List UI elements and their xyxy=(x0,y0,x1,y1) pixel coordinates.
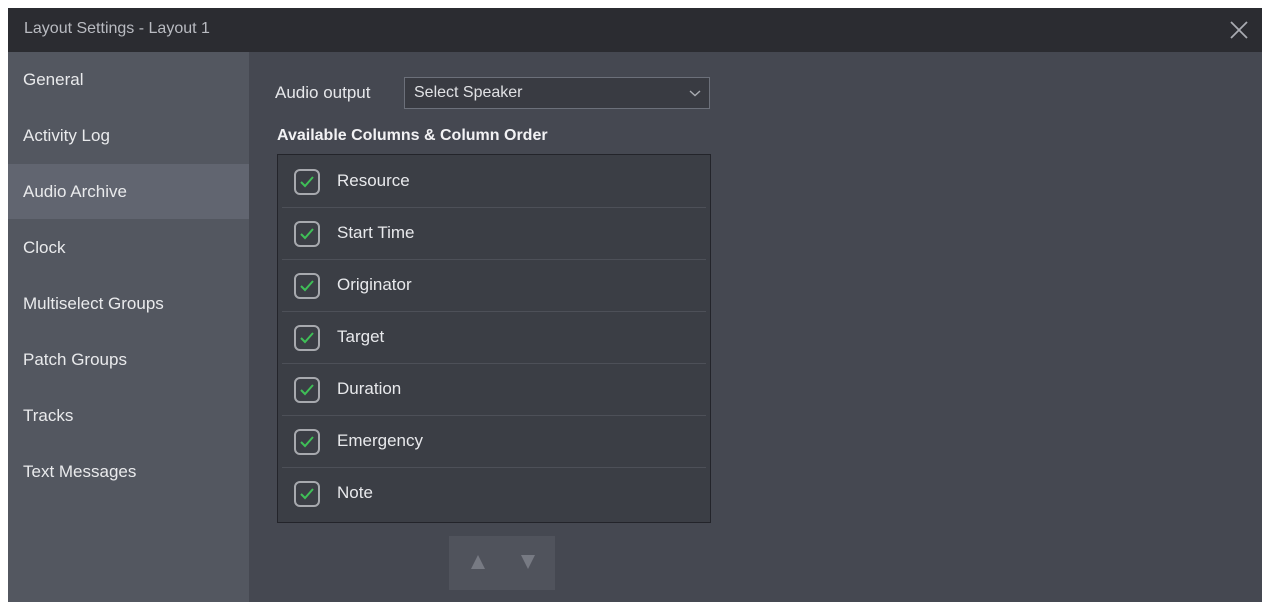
triangle-up-icon xyxy=(471,555,485,569)
sidebar-item-label: Clock xyxy=(23,238,66,257)
resource-checkbox[interactable] xyxy=(294,169,320,195)
window-title: Layout Settings - Layout 1 xyxy=(24,20,210,37)
sidebar-item-label: Patch Groups xyxy=(23,350,127,369)
column-row-resource[interactable]: Resource xyxy=(282,156,706,208)
checkmark-icon xyxy=(300,280,314,292)
sidebar-item-patch-groups[interactable]: Patch Groups xyxy=(8,332,249,387)
audio-output-select[interactable]: Select Speaker xyxy=(404,77,710,109)
column-row-duration[interactable]: Duration xyxy=(282,364,706,416)
sidebar-item-label: General xyxy=(23,70,84,89)
column-row-originator[interactable]: Originator xyxy=(282,260,706,312)
sidebar-item-tracks[interactable]: Tracks xyxy=(8,388,249,443)
sidebar-item-clock[interactable]: Clock xyxy=(8,220,249,275)
checkmark-icon xyxy=(300,384,314,396)
triangle-down-icon xyxy=(521,555,535,569)
start-time-checkbox[interactable] xyxy=(294,221,320,247)
sidebar-item-label: Tracks xyxy=(23,406,74,425)
close-button[interactable] xyxy=(1226,17,1252,43)
sidebar-item-text-messages[interactable]: Text Messages xyxy=(8,444,249,499)
column-list: Resource Start Time Originator Target Du… xyxy=(277,154,711,523)
column-order-buttons xyxy=(449,536,555,590)
sidebar-item-activity-log[interactable]: Activity Log xyxy=(8,108,249,163)
checkmark-icon xyxy=(300,176,314,188)
emergency-checkbox[interactable] xyxy=(294,429,320,455)
checkmark-icon xyxy=(300,436,314,448)
settings-sidebar: General Activity Log Audio Archive Clock… xyxy=(8,52,249,602)
column-row-note[interactable]: Note xyxy=(282,468,706,520)
originator-checkbox[interactable] xyxy=(294,273,320,299)
sidebar-item-label: Multiselect Groups xyxy=(23,294,164,313)
close-icon xyxy=(1230,21,1248,39)
column-row-emergency[interactable]: Emergency xyxy=(282,416,706,468)
column-label: Target xyxy=(337,327,385,346)
sidebar-item-multiselect-groups[interactable]: Multiselect Groups xyxy=(8,276,249,331)
column-label: Start Time xyxy=(337,223,415,242)
layout-settings-dialog: Layout Settings - Layout 1 General Activ… xyxy=(8,8,1262,602)
sidebar-item-label: Audio Archive xyxy=(23,182,127,201)
column-label: Originator xyxy=(337,275,412,294)
sidebar-item-label: Activity Log xyxy=(23,126,110,145)
checkmark-icon xyxy=(300,488,314,500)
column-label: Resource xyxy=(337,171,410,190)
audio-archive-panel: Audio output Select Speaker Available Co… xyxy=(249,52,1262,602)
column-label: Emergency xyxy=(337,431,423,450)
audio-output-label: Audio output xyxy=(275,83,371,102)
duration-checkbox[interactable] xyxy=(294,377,320,403)
checkmark-icon xyxy=(300,228,314,240)
note-checkbox[interactable] xyxy=(294,481,320,507)
column-label: Note xyxy=(337,483,373,502)
columns-section-title: Available Columns & Column Order xyxy=(277,127,548,144)
sidebar-item-label: Text Messages xyxy=(23,462,137,481)
column-row-target[interactable]: Target xyxy=(282,312,706,364)
checkmark-icon xyxy=(300,332,314,344)
target-checkbox[interactable] xyxy=(294,325,320,351)
move-up-button[interactable] xyxy=(469,553,487,571)
title-bar: Layout Settings - Layout 1 xyxy=(8,8,1262,52)
audio-output-value: Select Speaker xyxy=(414,84,523,101)
column-label: Duration xyxy=(337,379,402,398)
chevron-down-icon xyxy=(689,90,701,97)
sidebar-item-general[interactable]: General xyxy=(8,52,249,107)
sidebar-item-audio-archive[interactable]: Audio Archive xyxy=(8,164,249,219)
column-row-start-time[interactable]: Start Time xyxy=(282,208,706,260)
move-down-button[interactable] xyxy=(519,553,537,571)
